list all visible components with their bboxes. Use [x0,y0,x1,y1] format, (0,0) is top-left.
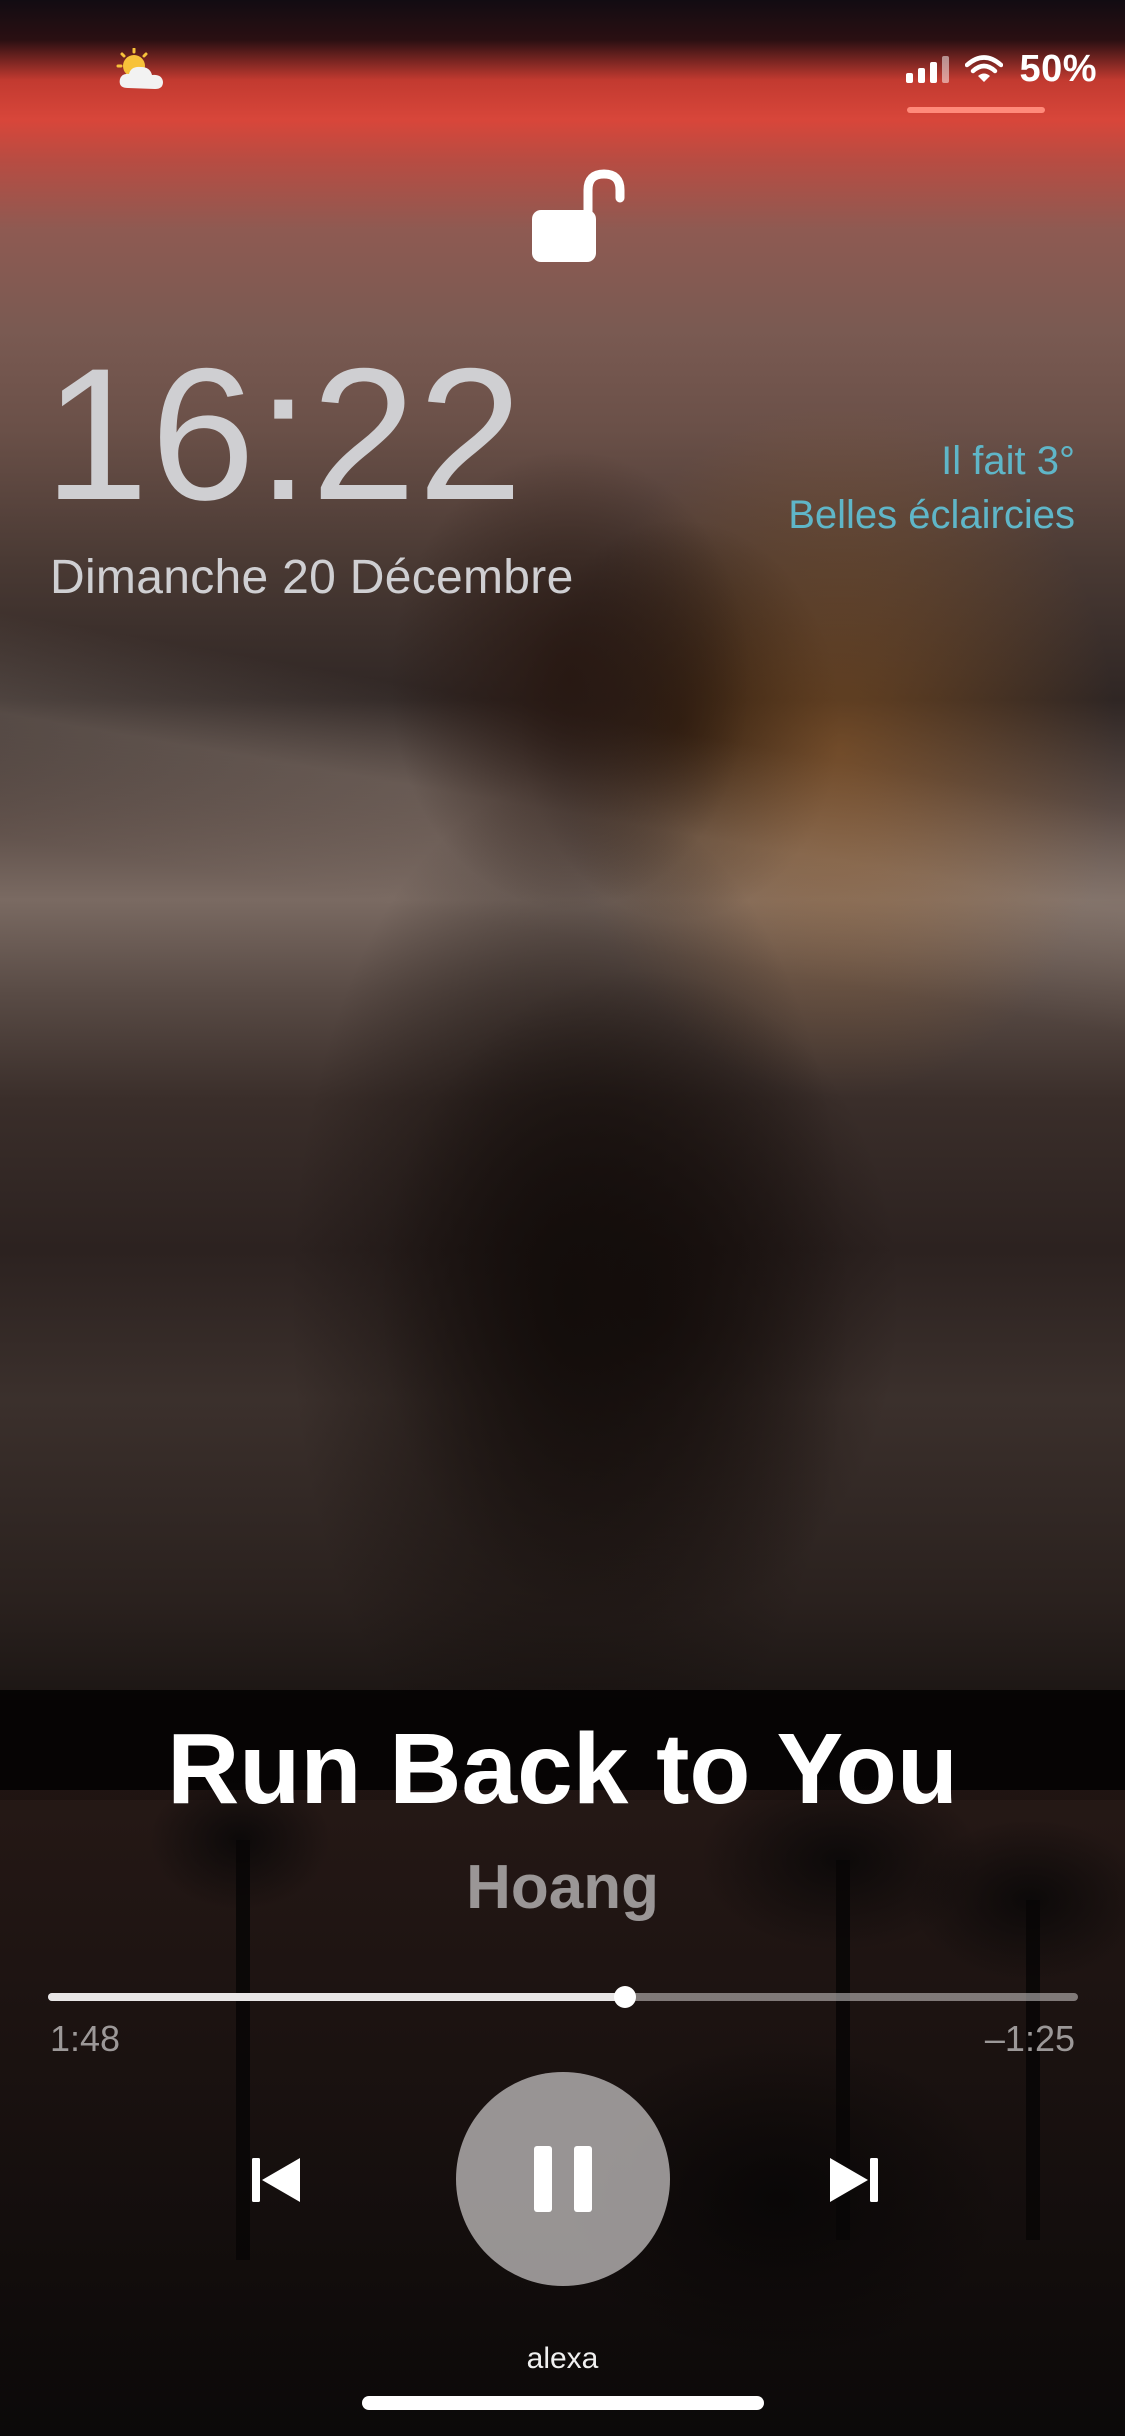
home-indicator[interactable] [362,2396,764,2410]
weather-temperature: Il fait 3° [941,439,1075,483]
weather-widget[interactable]: Il fait 3° Belles éclaircies [788,434,1075,542]
wifi-icon [965,55,1004,82]
weather-condition: Belles éclaircies [788,493,1075,537]
partly-cloudy-icon [116,48,163,89]
unlocked-padlock-icon [532,169,625,262]
playback-progress-fill [48,1993,625,2001]
skip-previous-icon[interactable] [246,2150,306,2210]
battery-percentage: 50% [1019,47,1097,90]
cellular-signal-icon [906,55,950,83]
skip-next-icon[interactable] [824,2150,884,2210]
track-title: Run Back to You [167,1713,958,1825]
status-underline [907,107,1045,113]
pause-icon-bar [574,2146,592,2212]
elapsed-time: 1:48 [50,2018,121,2059]
playback-scrubber-knob[interactable] [613,1986,636,2008]
lock-screen-time: 16:22 [44,329,525,539]
lock-screen-date: Dimanche 20 Décembre [50,551,574,604]
wallpaper-figure [190,440,950,1700]
output-device-label[interactable]: alexa [0,2342,1125,2376]
pause-button[interactable] [456,2072,670,2286]
lock-screen: 50% 16:22 Dimanche 20 Décembre Il fait 3… [0,0,1125,2436]
status-bar-right: 50% [906,44,1097,94]
pause-icon [534,2146,552,2212]
remaining-time: –1:25 [984,2018,1075,2059]
playback-scrubber[interactable] [48,1986,1078,2008]
track-artist: Hoang [466,1853,659,1922]
